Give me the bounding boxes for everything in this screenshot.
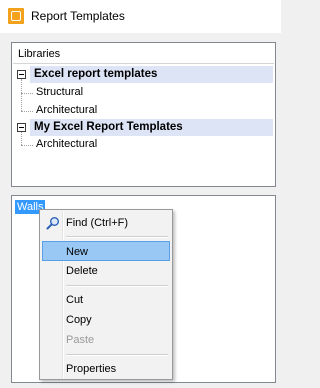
menu-item-properties[interactable]: Properties [42,359,170,379]
menu-separator [66,354,168,356]
menu-item-new[interactable]: New [42,241,170,261]
tree-item-label: Architectural [36,138,98,150]
menu-item-cut[interactable]: Cut [42,290,170,310]
menu-item-paste[interactable]: Paste [42,330,170,350]
menu-item-delete[interactable]: Delete [42,261,170,281]
libraries-header-label: Libraries [18,48,61,60]
libraries-tree[interactable]: Libraries Excel report templates Structu… [11,42,276,187]
menu-separator [66,236,168,238]
tree-group-label: My Excel Report Templates [34,121,183,133]
menu-item-label: Delete [66,265,98,277]
tree-item-architectural[interactable]: Architectural [12,136,262,153]
search-icon [46,217,59,230]
menu-item-label: Properties [66,363,117,375]
menu-item-label: Copy [66,314,92,326]
tree-item-structural[interactable]: Structural [12,84,262,101]
context-menu: Find (Ctrl+F) New Delete Cut Copy Paste … [39,209,173,380]
tree-group-my-excel-report-templates[interactable]: My Excel Report Templates [30,119,273,136]
libraries-header: Libraries [13,44,274,64]
menu-item-label: Paste [66,334,95,346]
app-icon [8,8,24,24]
menu-item-label: New [66,246,89,258]
collapse-icon[interactable] [17,123,26,132]
title-bar: Report Templates [0,0,281,33]
collapse-icon[interactable] [17,70,26,79]
tree-item-label: Structural [36,86,84,98]
menu-item-label: Find (Ctrl+F) [66,217,129,229]
menu-separator [66,285,168,287]
tree-item-label: Architectural [36,104,98,116]
tree-group-excel-report-templates[interactable]: Excel report templates [30,66,273,83]
tree-group-label: Excel report templates [34,68,158,80]
tree-item-architectural[interactable]: Architectural [12,102,262,119]
menu-item-label: Cut [66,294,84,306]
window-title: Report Templates [31,9,125,23]
menu-item-copy[interactable]: Copy [42,310,170,330]
menu-item-find[interactable]: Find (Ctrl+F) [42,213,170,233]
